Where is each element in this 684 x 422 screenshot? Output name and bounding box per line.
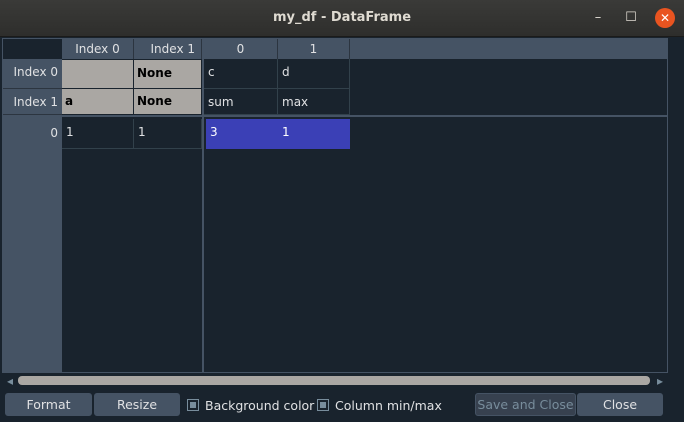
scroll-left-icon[interactable]: ◂ <box>4 374 16 388</box>
save-and-close-button[interactable]: Save and Close <box>475 393 576 416</box>
column-level-cell[interactable]: max <box>278 89 350 115</box>
column-level-cell[interactable]: sum <box>204 89 278 115</box>
data-cell[interactable]: 1 <box>278 119 350 149</box>
index-value-cell[interactable]: 1 <box>134 119 202 149</box>
background-color-checkbox[interactable] <box>187 399 199 411</box>
index-level-cell[interactable]: None <box>134 60 202 88</box>
column-minmax-label: Column min/max <box>335 398 442 413</box>
row-header-0[interactable]: 0 <box>3 119 62 149</box>
level-row-header-0[interactable]: Index 0 <box>3 59 62 89</box>
level-row-header-1[interactable]: Index 1 <box>3 89 62 115</box>
index-col-header-1[interactable]: Index 1 <box>134 39 202 59</box>
index-value-cell[interactable]: 1 <box>62 119 134 149</box>
header-filler <box>350 39 667 59</box>
scrollbar-handle[interactable] <box>18 376 650 385</box>
resize-button[interactable]: Resize <box>94 393 180 416</box>
maximize-icon[interactable]: ☐ <box>621 8 641 28</box>
title-bar: my_df - DataFrame – ☐ ✕ <box>0 0 684 37</box>
format-button[interactable]: Format <box>5 393 92 416</box>
column-minmax-checkbox[interactable] <box>317 399 329 411</box>
data-col-header-0[interactable]: 0 <box>204 39 278 59</box>
header-divider <box>204 115 667 117</box>
column-level-cell[interactable]: c <box>204 59 278 89</box>
scroll-right-icon[interactable]: ▸ <box>654 374 666 388</box>
close-window-icon[interactable]: ✕ <box>655 8 675 28</box>
data-cell[interactable]: 3 <box>206 119 278 149</box>
minimize-icon[interactable]: – <box>588 8 608 28</box>
window-title: my_df - DataFrame <box>272 10 412 25</box>
background-color-label: Background color <box>205 398 315 413</box>
row-header-column <box>3 117 62 372</box>
corner-cell <box>3 39 62 59</box>
close-button[interactable]: Close <box>577 393 663 416</box>
data-col-header-1[interactable]: 1 <box>278 39 350 59</box>
index-col-header-0[interactable]: Index 0 <box>62 39 134 59</box>
index-level-cell[interactable] <box>62 60 134 88</box>
column-level-cell[interactable]: d <box>278 59 350 89</box>
index-level-cell[interactable]: None <box>134 89 202 114</box>
index-level-cell[interactable]: a <box>62 89 134 114</box>
